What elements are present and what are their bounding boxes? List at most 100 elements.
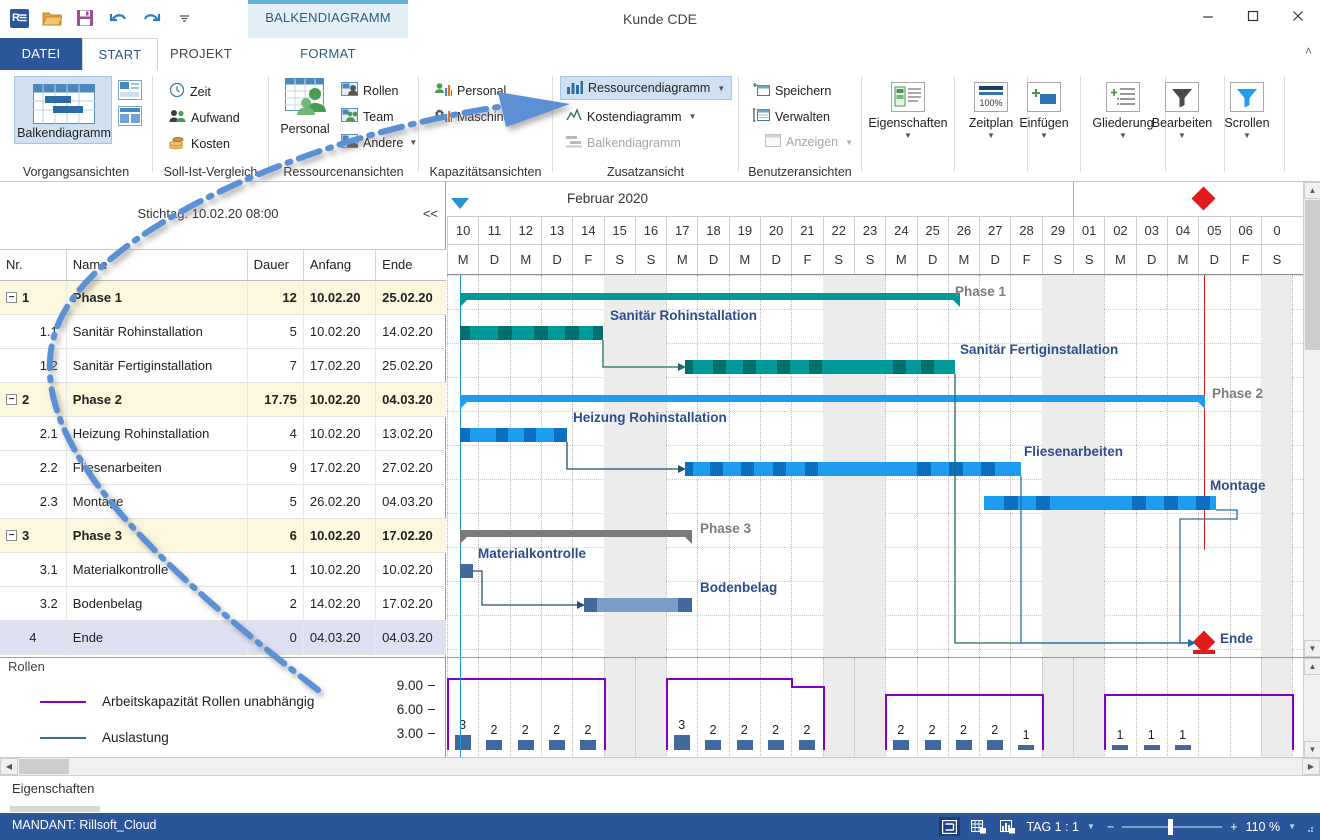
gantt-vertical-scrollbar[interactable]: ▲ ▼ (1303, 182, 1320, 657)
rollen-button[interactable]: Rollen (341, 82, 398, 99)
zoom-in-button[interactable]: + (1230, 820, 1237, 834)
resource-bar[interactable] (1112, 745, 1128, 750)
resource-bar[interactable] (455, 735, 471, 750)
table-row[interactable]: 1.1 Sanitär Rohinstallation 5 10.02.20 1… (0, 314, 446, 348)
table-view-icon[interactable] (968, 817, 989, 836)
maschinen-button[interactable]: Maschinen (435, 108, 517, 126)
resource-bar[interactable] (956, 740, 972, 750)
col-header-nr[interactable]: Nr. (0, 250, 66, 280)
chevron-down-icon[interactable]: ▼ (1178, 132, 1186, 140)
resource-bar[interactable] (580, 740, 596, 750)
table-row[interactable]: 1.2 Sanitär Fertiginstallation 7 17.02.2… (0, 348, 446, 382)
balkendiagramm-zusatz-button[interactable]: Balkendiagramm (566, 134, 681, 151)
resize-grip[interactable] (1304, 821, 1316, 833)
chevron-down-icon[interactable]: ▼ (987, 132, 995, 140)
chevron-down-icon[interactable]: ▼ (845, 139, 853, 147)
row-expander[interactable]: − (6, 394, 17, 405)
table-row[interactable]: −1 Phase 1 12 10.02.20 25.02.20 (0, 280, 446, 314)
col-header-ende[interactable]: Ende (376, 250, 446, 280)
eigenschaften-button[interactable]: Eigenschaften ▼ (862, 78, 954, 140)
resource-bar[interactable] (1175, 745, 1191, 750)
table-row[interactable]: 3.1 Materialkontrolle 1 10.02.20 10.02.2… (0, 552, 446, 586)
table-row[interactable]: 4 Ende 0 04.03.20 04.03.20 (0, 620, 446, 654)
minimize-button[interactable] (1185, 0, 1230, 32)
horizontal-scrollbar[interactable]: ◀ ▶ (0, 757, 1320, 775)
chevron-down-icon[interactable]: ▼ (1288, 823, 1296, 831)
scroll-left-button[interactable]: ◀ (0, 758, 18, 775)
resource-bar[interactable] (674, 735, 690, 750)
col-header-anfang[interactable]: Anfang (303, 250, 375, 280)
timescale-marker-icon[interactable] (451, 198, 469, 209)
scroll-up-button[interactable]: ▲ (1304, 658, 1320, 675)
properties-tab-label[interactable]: Eigenschaften (12, 781, 94, 796)
speichern-ansicht-button[interactable]: Speichern (753, 82, 831, 99)
chevron-down-icon[interactable]: ▼ (717, 85, 725, 93)
balkendiagramm-button[interactable]: Balkendiagramm (14, 76, 112, 144)
maximize-button[interactable] (1230, 0, 1275, 32)
view-tile-2-icon[interactable] (118, 106, 142, 129)
table-row[interactable]: 2.1 Heizung Rohinstallation 4 10.02.20 1… (0, 416, 446, 450)
table-row[interactable]: 2.2 Fliesenarbeiten 9 17.02.20 27.02.20 (0, 450, 446, 484)
resource-vertical-scrollbar[interactable]: ▲ ▼ (1303, 658, 1320, 757)
zeit-button[interactable]: Zeit (169, 82, 211, 101)
tab-start[interactable]: START (82, 38, 158, 70)
resource-bar[interactable] (799, 740, 815, 750)
row-expander[interactable]: − (6, 292, 17, 303)
andere-button[interactable]: Andere ▼ (341, 134, 417, 151)
resource-bar[interactable] (486, 740, 502, 750)
resource-bar[interactable] (737, 740, 753, 750)
col-header-dauer[interactable]: Dauer (247, 250, 303, 280)
personal-view-button[interactable]: Personal (273, 78, 337, 136)
tab-projekt[interactable]: PROJEKT (158, 38, 244, 70)
table-row[interactable]: −3 Phase 3 6 10.02.20 17.02.20 (0, 518, 446, 552)
resource-bar[interactable] (925, 740, 941, 750)
collapse-pane-button[interactable]: << (423, 206, 438, 221)
chevron-down-icon[interactable]: ▼ (1087, 823, 1095, 831)
chevron-down-icon[interactable]: ▼ (1040, 132, 1048, 140)
zoom-slider-thumb[interactable] (1168, 819, 1173, 835)
scroll-up-button[interactable]: ▲ (1304, 182, 1320, 199)
resource-bar[interactable] (768, 740, 784, 750)
chevron-down-icon[interactable]: ▼ (1119, 132, 1127, 140)
kosten-button[interactable]: Kosten (169, 134, 230, 153)
scroll-right-button[interactable]: ▶ (1302, 758, 1320, 775)
row-expander[interactable]: − (6, 530, 17, 541)
collapse-ribbon-button[interactable]: ˄ (1305, 44, 1312, 58)
table-row[interactable]: −2 Phase 2 17.75 10.02.20 04.03.20 (0, 382, 446, 416)
scroll-down-button[interactable]: ▼ (1304, 640, 1320, 657)
scroll-down-button[interactable]: ▼ (1304, 741, 1320, 757)
split-view-icon[interactable] (939, 817, 960, 836)
tab-datei[interactable]: DATEI (0, 38, 82, 70)
gantt-bars-area[interactable]: Phase 1 Sanitär Rohinstallation Sani (447, 275, 1303, 657)
aufwand-button[interactable]: Aufwand (169, 108, 240, 127)
chart-view-icon[interactable] (997, 817, 1018, 836)
scrollen-button[interactable]: Scrollen ▼ (1210, 78, 1284, 140)
resource-bar[interactable] (1018, 745, 1034, 750)
anzeigen-ansicht-button[interactable]: Anzeigen ▼ (765, 134, 853, 150)
resource-chart-pane[interactable]: 322223222222221111 ▲ ▼ (447, 657, 1320, 757)
chevron-down-icon[interactable]: ▼ (409, 139, 417, 147)
kostendiagramm-button[interactable]: Kostendiagramm ▼ (566, 108, 696, 125)
personal-kapazitaet-button[interactable]: Personal (435, 82, 506, 100)
chevron-down-icon[interactable]: ▼ (1243, 132, 1251, 140)
resource-bar[interactable] (549, 740, 565, 750)
tab-format[interactable]: FORMAT (248, 38, 408, 70)
zoom-out-button[interactable]: − (1107, 820, 1114, 834)
col-header-name[interactable]: Name (66, 250, 247, 280)
gantt-chart-pane[interactable]: Februar 2020 101112131415161718192021222… (447, 182, 1320, 657)
einfuegen-button[interactable]: Einfügen ▼ (1008, 78, 1080, 140)
table-row[interactable]: 2.3 Montage 5 26.02.20 04.03.20 (0, 484, 446, 518)
chevron-down-icon[interactable]: ▼ (904, 132, 912, 140)
scrollbar-thumb[interactable] (19, 759, 69, 774)
close-button[interactable] (1275, 0, 1320, 32)
resource-bar[interactable] (1144, 745, 1160, 750)
zoom-slider[interactable] (1122, 826, 1222, 828)
team-button[interactable]: Team (341, 108, 394, 125)
view-tile-1-icon[interactable] (118, 80, 142, 103)
resource-bar[interactable] (705, 740, 721, 750)
verwalten-ansicht-button[interactable]: Verwalten (753, 108, 830, 125)
ressourcendiagramm-button[interactable]: Ressourcendiagramm ▼ (560, 76, 732, 100)
resource-bar[interactable] (987, 740, 1003, 750)
resource-bar[interactable] (518, 740, 534, 750)
chevron-down-icon[interactable]: ▼ (689, 113, 697, 121)
